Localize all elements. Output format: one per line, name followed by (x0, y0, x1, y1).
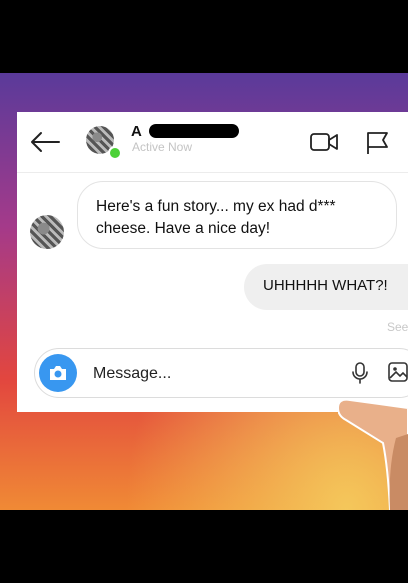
camera-button[interactable] (39, 354, 77, 392)
sender-avatar[interactable] (30, 215, 64, 249)
microphone-icon[interactable] (351, 361, 369, 385)
message-input[interactable] (91, 359, 295, 389)
received-message[interactable]: Here's a fun story... my ex had d*** che… (77, 181, 397, 249)
chat-header: A Active Now (17, 112, 408, 173)
received-message-line: Here's a fun story... my ex had d*** (96, 198, 336, 215)
message-composer (34, 348, 408, 398)
received-message-line: cheese. Have a nice day! (96, 220, 271, 237)
camera-icon (50, 366, 66, 380)
image-icon[interactable] (387, 361, 408, 383)
active-status: Active Now (132, 140, 193, 154)
name-redaction (149, 124, 239, 138)
direct-message-window: A Active Now Here's a fun story... my ex… (17, 112, 408, 412)
sent-message[interactable]: UHHHHH WHAT?! (244, 264, 408, 310)
contact-name[interactable]: A (131, 123, 142, 140)
seen-receipt: Seen (387, 320, 408, 334)
flag-icon[interactable] (365, 130, 391, 156)
pointing-hand-image (338, 398, 408, 510)
message-thread: Here's a fun story... my ex had d*** che… (17, 173, 408, 348)
arrow-left-icon[interactable] (29, 130, 61, 154)
online-indicator (108, 146, 122, 160)
video-call-icon[interactable] (309, 130, 339, 154)
